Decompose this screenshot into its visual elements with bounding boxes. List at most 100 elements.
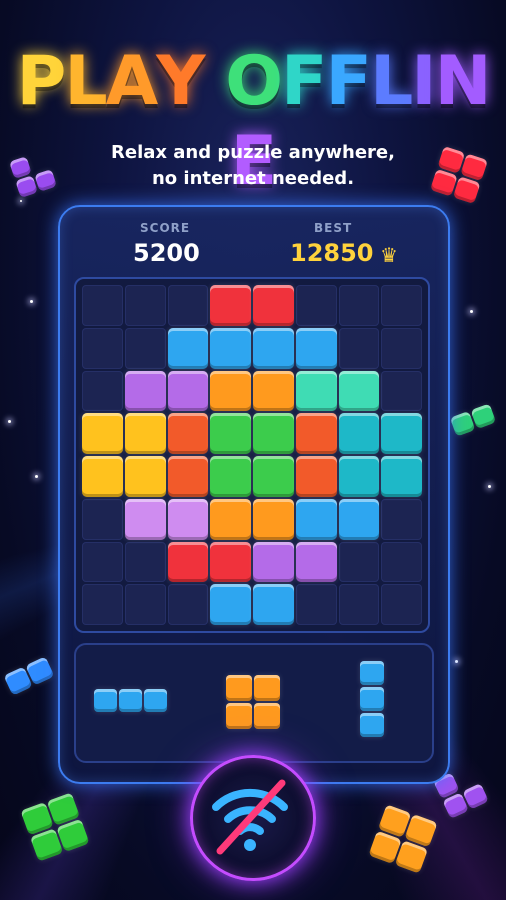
filled-block xyxy=(210,413,251,454)
piece-block xyxy=(94,689,117,712)
filled-block xyxy=(338,413,380,454)
crown-icon: ♛ xyxy=(380,243,398,267)
empty-cell xyxy=(124,584,166,625)
piece-vertical-3[interactable] xyxy=(360,661,384,737)
empty-cell xyxy=(82,327,123,369)
star xyxy=(455,660,458,663)
filled-block xyxy=(295,541,337,583)
filled-block xyxy=(253,413,294,454)
piece-block xyxy=(360,713,384,737)
game-panel: SCORE 5200 BEST 12850 ♛ xyxy=(58,205,450,784)
empty-cell xyxy=(82,285,123,326)
filled-block xyxy=(295,370,337,412)
filled-block xyxy=(295,498,337,540)
empty-cell xyxy=(124,541,166,583)
empty-cell xyxy=(295,584,337,625)
filled-block xyxy=(124,498,166,540)
filled-block xyxy=(253,498,294,540)
filled-block xyxy=(338,456,380,497)
filled-block xyxy=(167,456,209,497)
empty-cell xyxy=(381,327,422,369)
piece-block xyxy=(226,703,252,729)
filled-block xyxy=(82,413,123,454)
empty-cell xyxy=(338,285,380,326)
empty-cell xyxy=(381,541,422,583)
filled-block xyxy=(210,327,251,369)
filled-block xyxy=(381,456,422,497)
filled-block xyxy=(338,498,380,540)
empty-cell xyxy=(124,327,166,369)
empty-cell xyxy=(381,370,422,412)
filled-block xyxy=(253,541,294,583)
filled-block xyxy=(210,541,251,583)
piece-block xyxy=(254,703,280,729)
star xyxy=(8,420,11,423)
subtitle-line-2: no internet needed. xyxy=(151,168,355,189)
score-value: 5200 xyxy=(133,239,200,267)
empty-cell xyxy=(381,498,422,540)
empty-cell xyxy=(82,541,123,583)
filled-block xyxy=(210,285,251,326)
filled-block xyxy=(253,327,294,369)
filled-block xyxy=(295,456,337,497)
decor-orange-square xyxy=(368,804,438,874)
empty-cell xyxy=(82,498,123,540)
filled-block xyxy=(295,413,337,454)
best-label: BEST xyxy=(314,221,353,235)
piece-block xyxy=(144,689,167,712)
filled-block xyxy=(167,541,209,583)
filled-block xyxy=(167,370,209,412)
title-letter: P xyxy=(16,42,66,121)
title-letter: I xyxy=(411,42,436,121)
decor-green-block xyxy=(449,403,497,437)
filled-block xyxy=(82,456,123,497)
filled-block xyxy=(124,370,166,412)
piece-block xyxy=(254,675,280,701)
empty-cell xyxy=(381,584,422,625)
subtitle-line-1: Relax and puzzle anywhere, xyxy=(111,142,395,163)
title-letter: O xyxy=(225,42,283,121)
title-letter: L xyxy=(369,42,413,121)
decor-green-square xyxy=(20,792,90,862)
piece-horizontal-3[interactable] xyxy=(94,689,167,712)
no-wifi-icon xyxy=(212,779,288,855)
star xyxy=(35,475,38,478)
filled-block xyxy=(124,456,166,497)
filled-block xyxy=(210,370,251,412)
empty-cell xyxy=(338,541,380,583)
empty-cell xyxy=(381,285,422,326)
title-letter: A xyxy=(105,42,159,121)
title-letter: F xyxy=(325,42,372,121)
piece-block xyxy=(360,661,384,685)
piece-square-2x2[interactable] xyxy=(226,675,280,729)
piece-block xyxy=(119,689,142,712)
star xyxy=(470,310,473,313)
filled-block xyxy=(253,584,294,625)
piece-tray xyxy=(74,643,434,763)
offline-badge xyxy=(190,755,316,881)
empty-cell xyxy=(295,285,337,326)
score-label: SCORE xyxy=(140,221,191,235)
piece-block xyxy=(226,675,252,701)
star xyxy=(488,485,491,488)
filled-block xyxy=(253,285,294,326)
empty-cell xyxy=(338,584,380,625)
filled-block xyxy=(253,456,294,497)
title-letter: Y xyxy=(156,42,205,121)
filled-block xyxy=(253,370,294,412)
filled-block xyxy=(210,498,251,540)
game-board[interactable] xyxy=(74,277,430,633)
filled-block xyxy=(210,456,251,497)
filled-block xyxy=(381,413,422,454)
empty-cell xyxy=(167,285,209,326)
piece-block xyxy=(360,687,384,711)
filled-block xyxy=(295,327,337,369)
empty-cell xyxy=(82,370,123,412)
subtitle: Relax and puzzle anywhere, no internet n… xyxy=(0,140,506,192)
filled-block xyxy=(338,370,380,412)
filled-block xyxy=(210,584,251,625)
empty-cell xyxy=(124,285,166,326)
title-letter xyxy=(204,42,226,122)
filled-block xyxy=(124,413,166,454)
filled-block xyxy=(167,498,209,540)
